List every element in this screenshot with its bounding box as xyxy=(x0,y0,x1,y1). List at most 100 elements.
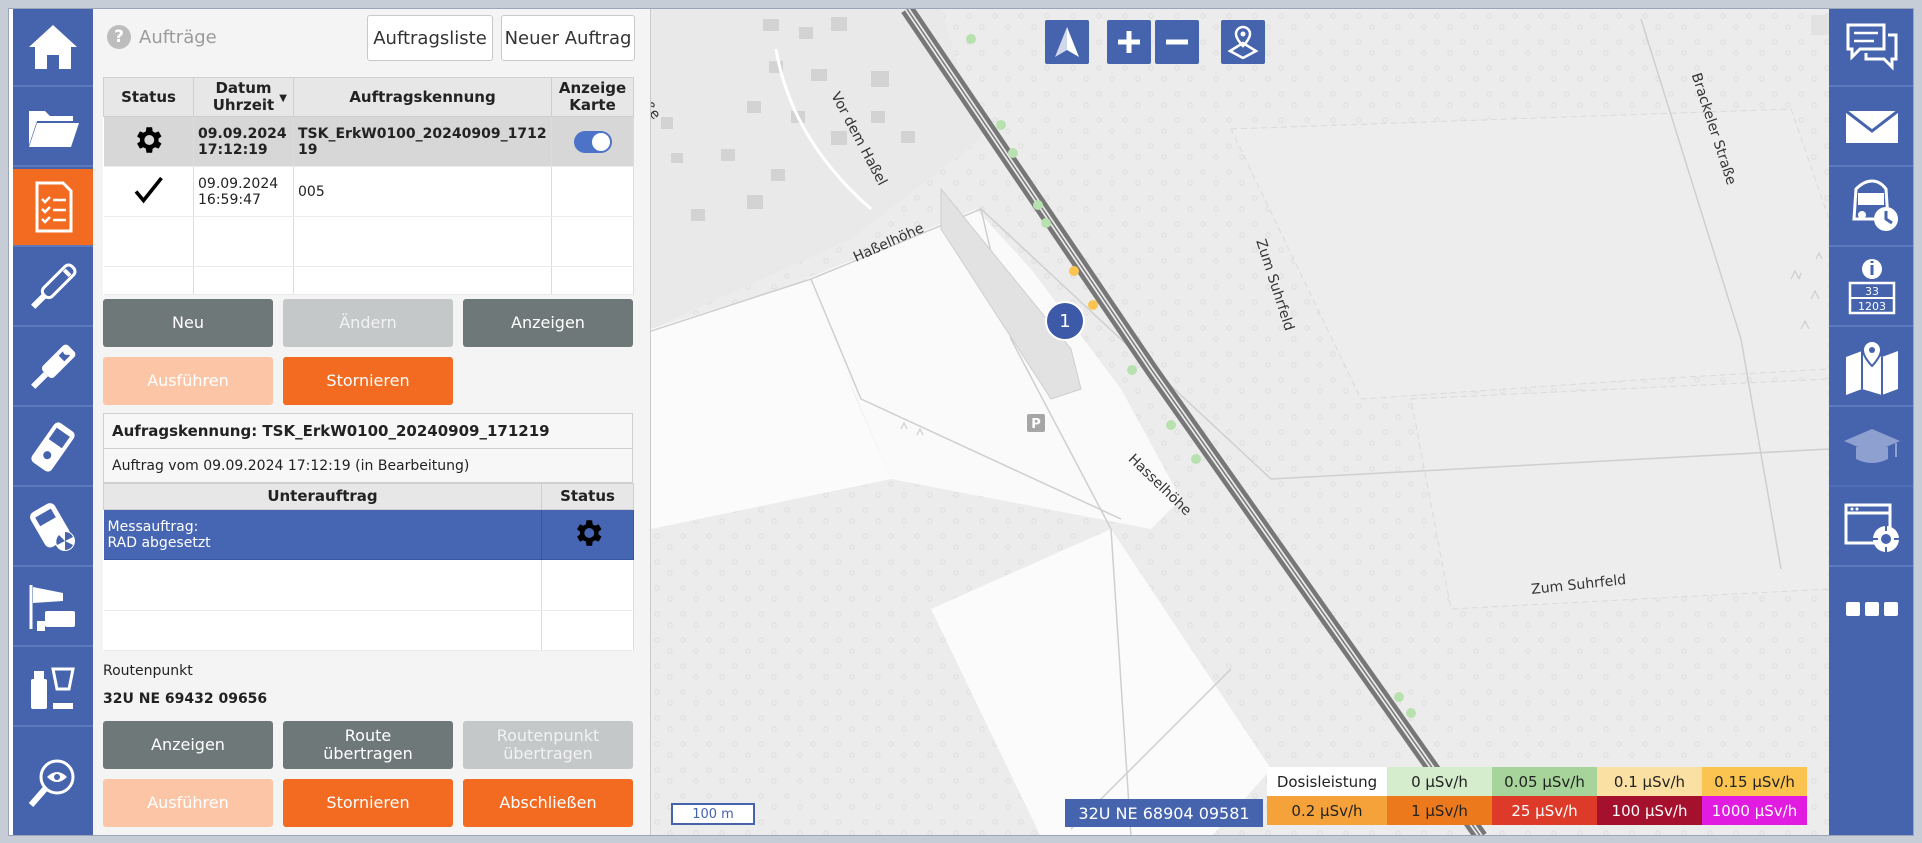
map-view[interactable]: P ße Haßelhöhe Vor dem Haßel Hasselhöhe … xyxy=(651,9,1829,835)
parking-sign: P xyxy=(1031,417,1041,432)
nav-home[interactable] xyxy=(13,9,93,87)
panel-title: ? Aufträge xyxy=(107,25,217,49)
svg-text:33: 33 xyxy=(1865,285,1879,298)
nav-radiation-meter[interactable] xyxy=(13,489,93,567)
svg-text:1203: 1203 xyxy=(1858,300,1886,313)
route-complete-button[interactable]: Abschließen xyxy=(463,779,633,827)
legend-title: Dosisleistung xyxy=(1267,767,1387,796)
left-nav xyxy=(13,9,93,835)
routepoint-transfer-button[interactable]: Routenpunkt übertragen xyxy=(463,721,633,769)
radiation-meter-icon xyxy=(30,503,75,551)
nav-sample[interactable] xyxy=(13,649,93,727)
weather-sensor-icon xyxy=(29,585,75,631)
more-icon xyxy=(1846,602,1898,616)
tab-order-list[interactable]: Auftragsliste xyxy=(367,15,493,61)
vehicle-timer-icon xyxy=(1852,179,1898,231)
plus-icon xyxy=(1118,31,1140,53)
col-suborder[interactable]: Unterauftrag xyxy=(103,482,542,511)
location-marker-icon xyxy=(1227,25,1259,59)
gear-icon xyxy=(576,520,601,546)
nav-probe[interactable] xyxy=(13,249,93,327)
nav-training[interactable] xyxy=(1829,409,1913,487)
legend-item: 0 µSv/h xyxy=(1387,767,1492,796)
legend-item: 0.15 µSv/h xyxy=(1702,767,1807,796)
nav-mail[interactable] xyxy=(1829,89,1913,167)
table-row xyxy=(103,216,634,267)
route-execute-button[interactable]: Ausführen xyxy=(103,779,273,827)
dose-rate-legend: Dosisleistung 0 µSv/h 0.05 µSv/h 0.1 µSv… xyxy=(1267,767,1807,825)
table-row xyxy=(103,610,634,652)
legend-item: 1 µSv/h xyxy=(1387,796,1492,825)
home-icon xyxy=(29,25,77,69)
new-button[interactable]: Neu xyxy=(103,299,273,347)
cancel-button[interactable]: Stornieren xyxy=(283,357,453,405)
legend-item: 0.05 µSv/h xyxy=(1492,767,1597,796)
legend-item: 100 µSv/h xyxy=(1597,796,1702,825)
legend-item: 0.2 µSv/h xyxy=(1267,796,1387,825)
route-show-button[interactable]: Anzeigen xyxy=(103,721,273,769)
col-date[interactable]: Datum Uhrzeit ▼ xyxy=(193,77,294,117)
nav-settings-window[interactable] xyxy=(1829,489,1913,567)
table-row[interactable]: 09.09.2024 17:12:19 TSK_ErkW0100_20240909… xyxy=(103,116,634,167)
order-id-label: Aufragskennung: TSK_ErkW0100_20240909_17… xyxy=(103,413,633,449)
nav-inspection[interactable] xyxy=(13,729,93,835)
map-pin-icon xyxy=(1846,339,1898,395)
orders-panel: ? Aufträge Auftragsliste Neuer Auftrag S… xyxy=(93,9,651,835)
nav-vehicle-timer[interactable] xyxy=(1829,169,1913,247)
north-arrow-icon xyxy=(1055,27,1079,57)
info-counter-icon: 33 1203 xyxy=(1848,259,1896,315)
folder-icon xyxy=(29,111,79,147)
app-frame: ? Aufträge Auftragsliste Neuer Auftrag S… xyxy=(8,8,1914,836)
legend-item: 25 µSv/h xyxy=(1492,796,1597,825)
suborders-table: Unterauftrag Status Messauftrag: RAD abge… xyxy=(103,482,634,652)
table-row[interactable]: Messauftrag: RAD abgesetzt xyxy=(103,509,634,561)
nav-more[interactable] xyxy=(1829,569,1913,647)
checklist-icon xyxy=(35,181,73,233)
help-icon[interactable]: ? xyxy=(107,25,131,49)
handheld-device-icon xyxy=(31,422,75,472)
order-id: 005 xyxy=(293,166,552,217)
zoom-in-button[interactable] xyxy=(1107,20,1151,64)
gear-icon xyxy=(137,126,162,153)
col-id[interactable]: Auftragskennung xyxy=(293,77,552,117)
col-suborder-status[interactable]: Status xyxy=(541,482,634,511)
zoom-out-button[interactable] xyxy=(1155,20,1199,64)
col-map[interactable]: Anzeige Karte xyxy=(551,77,634,117)
nav-chat[interactable] xyxy=(1829,9,1913,87)
route-value: 32U NE 69432 09656 xyxy=(103,691,268,707)
nav-info-counter[interactable]: 33 1203 xyxy=(1829,249,1913,327)
order-id: TSK_ErkW0100_20240909_171219 xyxy=(293,116,552,167)
dosimeter-probe-icon xyxy=(31,344,76,389)
table-row xyxy=(103,559,634,611)
nav-handheld[interactable] xyxy=(13,409,93,487)
tab-new-order[interactable]: Neuer Auftrag xyxy=(501,15,635,61)
sample-icon xyxy=(31,667,75,709)
locate-button[interactable] xyxy=(1221,20,1265,64)
table-row[interactable]: 09.09.2024 16:59:47 005 xyxy=(103,166,634,217)
show-button[interactable]: Anzeigen xyxy=(463,299,633,347)
map-base: P xyxy=(651,9,1829,835)
north-arrow-button[interactable] xyxy=(1045,20,1089,64)
mail-icon xyxy=(1845,109,1899,143)
nav-folder[interactable] xyxy=(13,89,93,167)
nav-orders[interactable] xyxy=(13,169,93,247)
nav-weather[interactable] xyxy=(13,569,93,647)
nav-dosimeter-probe[interactable] xyxy=(13,329,93,407)
training-icon xyxy=(1844,429,1900,463)
execute-button[interactable]: Ausführen xyxy=(103,357,273,405)
route-transfer-button[interactable]: Route übertragen xyxy=(283,721,453,769)
map-toggle[interactable] xyxy=(573,130,612,153)
scale-bar: 100 m xyxy=(671,803,755,825)
route-marker[interactable]: 1 xyxy=(1045,301,1085,341)
edit-button[interactable]: Ändern xyxy=(283,299,453,347)
col-status[interactable]: Status xyxy=(103,77,194,117)
checkmark-icon xyxy=(134,176,164,203)
route-label: Routenpunkt xyxy=(103,663,193,679)
settings-window-icon xyxy=(1844,503,1899,552)
chat-icon xyxy=(1846,23,1898,71)
nav-map-pin[interactable] xyxy=(1829,329,1913,407)
route-cancel-button[interactable]: Stornieren xyxy=(283,779,453,827)
legend-item: 0.1 µSv/h xyxy=(1597,767,1702,796)
legend-item: 1000 µSv/h xyxy=(1702,796,1807,825)
panel-title-text: Aufträge xyxy=(139,26,217,48)
